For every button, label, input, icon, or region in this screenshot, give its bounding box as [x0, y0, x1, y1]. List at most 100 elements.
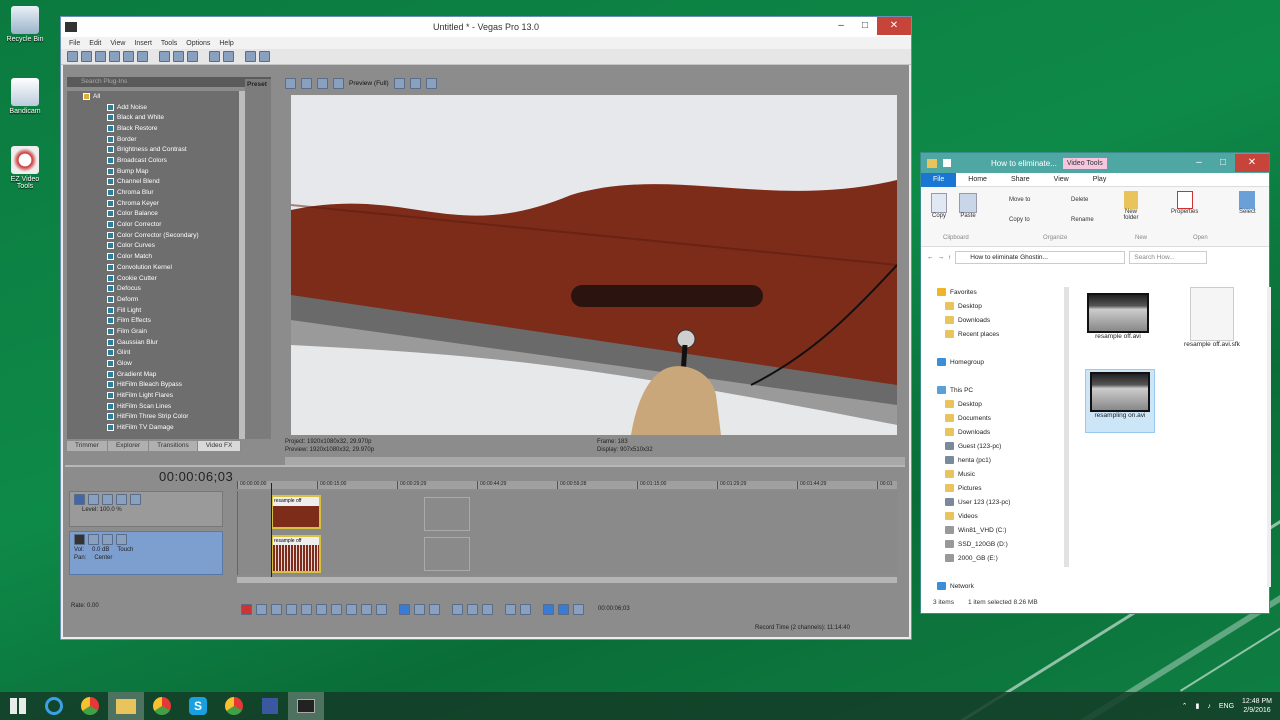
save-as-icon[interactable]: [109, 51, 120, 62]
ribbon-tab-view[interactable]: View: [1042, 176, 1081, 183]
delete-button[interactable]: Delete: [1071, 197, 1088, 203]
timeline-ruler[interactable]: 00:00:00;00 00:00:15;00 00:00:29;29 00:00:4…: [237, 481, 897, 489]
nav-item[interactable]: Win81_VHD (C:): [921, 523, 1071, 537]
plugin-item[interactable]: Deform: [67, 294, 239, 305]
next-frame-icon[interactable]: [376, 603, 387, 615]
video-track-header[interactable]: Level: 100.0 %: [69, 491, 223, 527]
track-fx-icon[interactable]: [88, 494, 99, 505]
plugin-item[interactable]: HitFilm Bleach Bypass: [67, 380, 239, 391]
taskbar-save-app[interactable]: [252, 692, 288, 720]
ribbon-tab-play[interactable]: Play: [1081, 176, 1119, 183]
nav-item[interactable]: 2000_GB (E:): [921, 551, 1071, 565]
plugin-item[interactable]: Color Curves: [67, 241, 239, 252]
nav-item[interactable]: SSD_120GB (D:): [921, 537, 1071, 551]
snapping-icon[interactable]: [543, 603, 554, 615]
plugin-item[interactable]: Defocus: [67, 283, 239, 294]
plugin-item[interactable]: Bump Map: [67, 166, 239, 177]
taskbar-ie[interactable]: [36, 692, 72, 720]
minimize-button[interactable]: –: [829, 17, 853, 35]
preview-properties-icon[interactable]: [285, 77, 296, 89]
menu-insert[interactable]: Insert: [134, 40, 152, 47]
language-indicator[interactable]: ENG: [1219, 703, 1234, 710]
mute-icon[interactable]: [116, 494, 127, 505]
render-icon[interactable]: [123, 51, 134, 62]
explorer-titlebar[interactable]: How to eliminate... Video Tools – □ ✕: [921, 153, 1269, 173]
nav-item[interactable]: Homegroup: [921, 355, 1071, 369]
nav-item[interactable]: henta (pc1): [921, 453, 1071, 467]
file-item[interactable]: resample off.avi: [1081, 293, 1155, 340]
menu-help[interactable]: Help: [219, 40, 233, 47]
record-icon[interactable]: [241, 603, 252, 615]
plugin-item[interactable]: HitFilm Three Strip Color: [67, 412, 239, 423]
nav-item[interactable]: Network: [921, 579, 1071, 593]
up-icon[interactable]: ↑: [948, 254, 951, 261]
nav-item[interactable]: Recent places: [921, 327, 1071, 341]
nav-item[interactable]: Videos: [921, 509, 1071, 523]
address-bar[interactable]: How to eliminate Ghostin...: [955, 250, 1126, 264]
paste-icon[interactable]: [187, 51, 198, 62]
video-tools-tab[interactable]: Video Tools: [1062, 157, 1107, 169]
content-scrollbar[interactable]: [1267, 287, 1271, 587]
cut-icon[interactable]: [159, 51, 170, 62]
nav-item[interactable]: User 123 (123-pc): [921, 495, 1071, 509]
plugin-item[interactable]: Chroma Blur: [67, 187, 239, 198]
stop-icon[interactable]: [316, 603, 327, 615]
plugin-search-input[interactable]: Search Plug-Ins: [67, 77, 271, 87]
tab-transitions[interactable]: Transitions: [149, 441, 198, 451]
split-screen-icon[interactable]: [333, 77, 344, 89]
plugin-item[interactable]: Gaussian Blur: [67, 337, 239, 348]
nav-item[interactable]: Pictures: [921, 481, 1071, 495]
tab-trimmer[interactable]: Trimmer: [67, 441, 108, 451]
save-snapshot-icon[interactable]: [425, 77, 437, 89]
nav-item[interactable]: Downloads: [921, 313, 1071, 327]
select-button[interactable]: Select: [1239, 191, 1256, 215]
marker-icon[interactable]: [505, 603, 516, 615]
nav-item[interactable]: Documents: [921, 411, 1071, 425]
nav-item[interactable]: Guest (123-pc): [921, 439, 1071, 453]
rename-button[interactable]: Rename: [1071, 217, 1094, 223]
split-icon[interactable]: [452, 603, 463, 615]
plugin-item[interactable]: Black and White: [67, 112, 239, 123]
start-button[interactable]: [0, 692, 36, 720]
move-to-button[interactable]: Move to: [1009, 197, 1030, 203]
nav-item[interactable]: Desktop: [921, 397, 1071, 411]
taskbar-chrome-2[interactable]: [144, 692, 180, 720]
search-input[interactable]: Search How...: [1129, 250, 1208, 264]
envelope-tool-icon[interactable]: [414, 603, 425, 615]
volume-value[interactable]: 0.0 dB: [92, 547, 109, 553]
plugin-item[interactable]: Convolution Kernel: [67, 262, 239, 273]
close-button[interactable]: ✕: [1235, 154, 1269, 172]
taskbar-skype[interactable]: S: [180, 692, 216, 720]
volume-icon[interactable]: ♪: [1207, 703, 1211, 710]
copy-button[interactable]: Copy: [931, 193, 947, 219]
plugin-item[interactable]: Color Corrector: [67, 219, 239, 230]
normal-edit-tool-icon[interactable]: [399, 603, 410, 615]
quick-access-icon[interactable]: [943, 159, 951, 167]
menu-file[interactable]: File: [69, 40, 80, 47]
ribbon-tab-file[interactable]: File: [921, 172, 957, 187]
video-clip[interactable]: resample off: [271, 495, 321, 529]
region-icon[interactable]: [520, 603, 531, 615]
tab-explorer[interactable]: Explorer: [107, 441, 150, 451]
plugin-item[interactable]: Film Effects: [67, 315, 239, 326]
menu-view[interactable]: View: [110, 40, 125, 47]
copy-snapshot-icon[interactable]: [409, 77, 421, 89]
plugin-item[interactable]: Brightness and Contrast: [67, 144, 239, 155]
plugin-item[interactable]: Chroma Keyer: [67, 198, 239, 209]
pane-splitter[interactable]: [65, 465, 905, 467]
taskbar-file-explorer[interactable]: [108, 692, 144, 720]
new-folder-button[interactable]: New folder: [1119, 191, 1143, 221]
plugin-item[interactable]: Cookie Cutter: [67, 273, 239, 284]
plugin-item[interactable]: Channel Blend: [67, 177, 239, 188]
mute-icon[interactable]: [102, 534, 113, 545]
play-start-icon[interactable]: [271, 603, 282, 615]
plugin-item[interactable]: Add Noise: [67, 102, 239, 113]
menu-options[interactable]: Options: [186, 40, 210, 47]
plugin-item[interactable]: Fill Light: [67, 305, 239, 316]
clock[interactable]: 12:48 PM 2/9/2016: [1242, 697, 1272, 715]
audio-track-header[interactable]: Vol: 0.0 dB Touch Pan: Center: [69, 531, 223, 575]
preview-quality-dropdown[interactable]: Preview (Full): [349, 80, 389, 87]
external-monitor-icon[interactable]: [301, 77, 312, 89]
desktop-icon-recycle-bin[interactable]: Recycle Bin: [2, 6, 48, 43]
plugin-item[interactable]: Black Restore: [67, 123, 239, 134]
